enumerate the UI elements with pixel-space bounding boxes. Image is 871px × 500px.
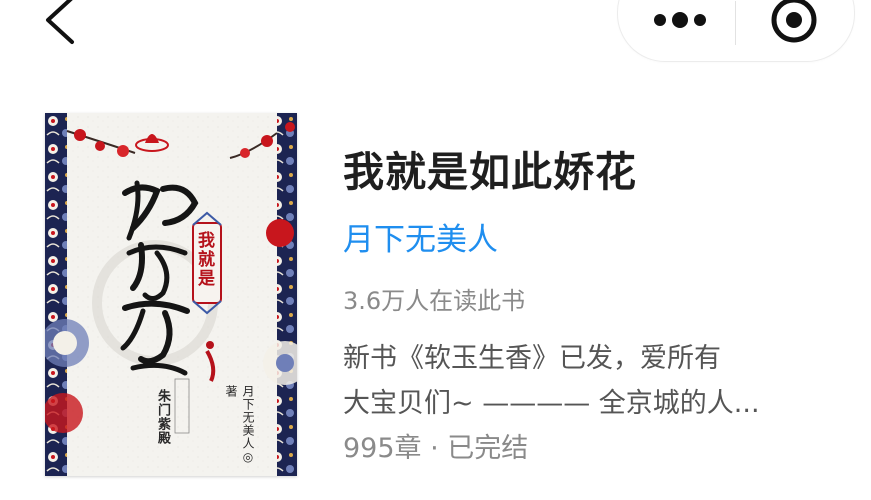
cover-seal-text: 我就是 bbox=[194, 231, 214, 288]
book-title: 我就是如此娇花 bbox=[343, 148, 637, 196]
chapter-status: 995章 · 已完结 bbox=[343, 433, 529, 464]
intro-line: 大宝贝们~ ———— 全京城的人... bbox=[343, 388, 760, 419]
reader-count: 3.6万人在读此书 bbox=[343, 287, 526, 315]
cover-publisher: 朱门紫殿 bbox=[155, 389, 170, 445]
book-intro[interactable]: 新书《软玉生香》已发，爱所有 大宝贝们~ ———— 全京城的人... bbox=[343, 336, 813, 426]
chevron-left-icon bbox=[46, 0, 74, 44]
back-button[interactable] bbox=[30, 0, 90, 54]
mini-program-capsule bbox=[617, 0, 855, 62]
target-circle-icon bbox=[771, 0, 817, 43]
close-button[interactable] bbox=[736, 0, 854, 61]
book-cover[interactable]: 我就是 月下无美人◎著 朱门紫殿 bbox=[45, 113, 297, 476]
author-link[interactable]: 月下无美人 bbox=[343, 214, 498, 259]
more-dots-icon bbox=[654, 12, 706, 28]
book-detail-page: 我就是 月下无美人◎著 朱门紫殿 我就是如此娇花 月下无美人 3.6万人在读此书… bbox=[0, 0, 871, 500]
cover-author: 月下无美人◎著 bbox=[224, 385, 255, 465]
intro-line: 新书《软玉生香》已发，爱所有 bbox=[343, 343, 721, 374]
more-button[interactable] bbox=[618, 0, 736, 61]
